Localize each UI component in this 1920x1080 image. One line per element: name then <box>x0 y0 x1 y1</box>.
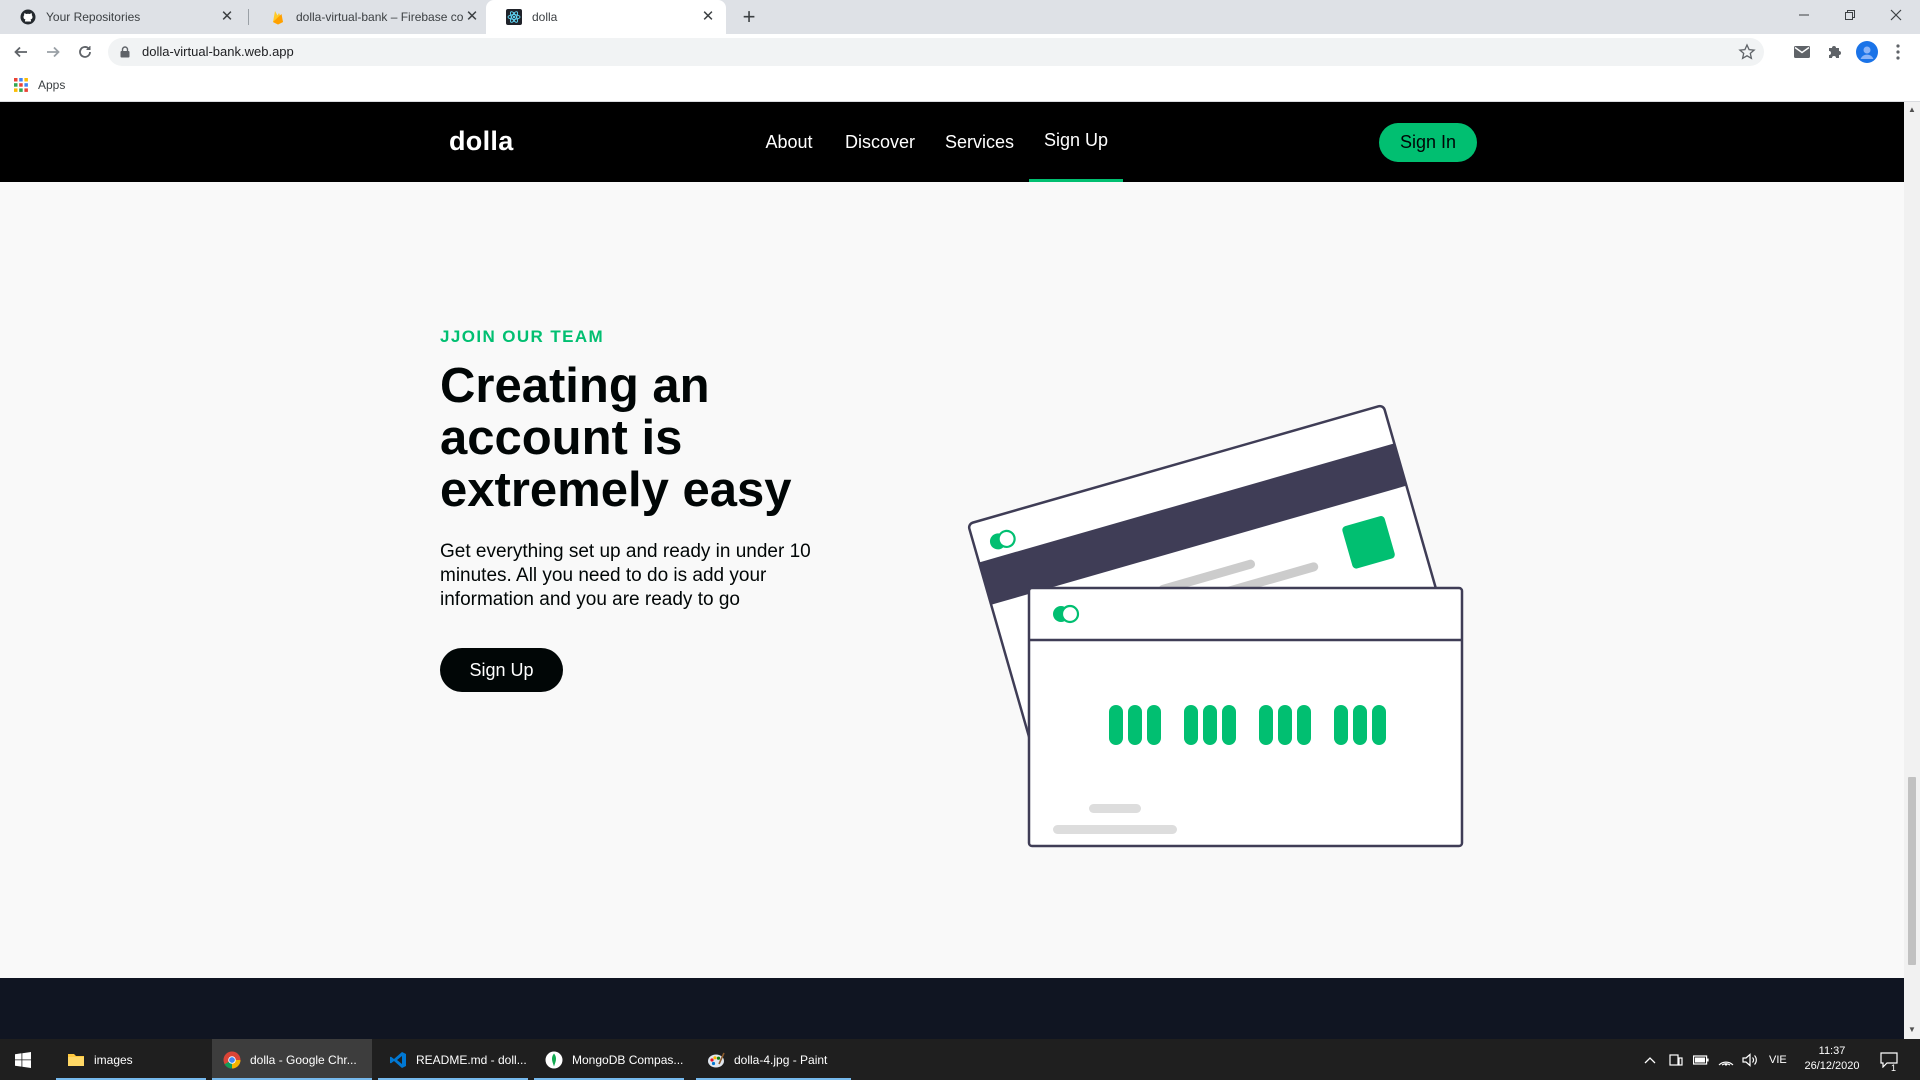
close-tab-icon[interactable]: ✕ <box>219 9 235 25</box>
start-button[interactable] <box>0 1039 46 1080</box>
tab-dolla[interactable]: dolla ✕ <box>486 0 726 34</box>
taskbar-label: dolla - Google Chr... <box>250 1052 357 1067</box>
nav-item-signup[interactable]: Sign Up <box>1029 102 1123 182</box>
hero-section: JJOIN OUR TEAM Creating an account is ex… <box>0 182 1904 978</box>
taskbar-item-images[interactable]: images <box>56 1039 206 1080</box>
taskbar-label: README.md - doll... <box>416 1052 527 1067</box>
close-tab-icon[interactable]: ✕ <box>464 9 480 25</box>
device-tray-icon[interactable] <box>1669 1039 1683 1080</box>
section-heading: Creating an account is extremely easy <box>440 359 792 517</box>
mail-extension-icon[interactable] <box>1792 42 1812 62</box>
bookmark-star-icon[interactable] <box>1738 43 1756 61</box>
chrome-icon <box>222 1050 242 1070</box>
footer <box>0 978 1904 1039</box>
taskbar-label: images <box>94 1052 133 1067</box>
battery-icon[interactable] <box>1693 1039 1709 1080</box>
section-topline: JJOIN OUR TEAM <box>440 327 605 346</box>
tab-title: Your Repositories <box>46 10 141 24</box>
close-window-button[interactable] <box>1873 0 1919 30</box>
url-text: dolla-virtual-bank.web.app <box>142 44 294 59</box>
bookmarks-bar: Apps <box>0 70 1920 102</box>
paint-icon <box>706 1050 726 1070</box>
credit-cards-illustration <box>967 404 1464 848</box>
github-icon <box>20 9 36 25</box>
taskbar-label: MongoDB Compas... <box>572 1052 684 1067</box>
address-bar[interactable]: dolla-virtual-bank.web.app <box>108 38 1764 66</box>
scroll-up-icon[interactable]: ▲ <box>1907 105 1917 115</box>
chevron-up-icon <box>1644 1056 1656 1063</box>
language-indicator[interactable]: VIE <box>1769 1039 1787 1080</box>
tab-title: dolla <box>532 10 558 24</box>
notification-center-button[interactable]: 1 <box>1880 1039 1898 1080</box>
taskbar-label: dolla-4.jpg - Paint <box>734 1052 828 1067</box>
restore-button[interactable] <box>1827 0 1873 30</box>
tab-title: dolla-virtual-bank – Firebase con <box>296 10 464 24</box>
close-tab-icon[interactable]: ✕ <box>700 9 716 25</box>
chrome-menu-icon[interactable] <box>1888 42 1908 62</box>
nav-item-discover[interactable]: Discover <box>838 102 922 182</box>
site-navbar: dolla About Discover Services Sign Up Si… <box>0 102 1904 182</box>
browser-tab-strip: Your Repositories ✕ dolla-virtual-bank –… <box>0 0 1920 34</box>
back-button[interactable] <box>8 39 34 65</box>
sign-up-button[interactable]: Sign Up <box>440 648 563 692</box>
reload-icon <box>79 46 91 58</box>
nav-item-services[interactable]: Services <box>935 102 1024 182</box>
show-hidden-icons-button[interactable] <box>1644 1039 1656 1080</box>
page-scrollbar[interactable]: ▲ ▼ <box>1904 102 1920 1039</box>
windows-logo-icon <box>15 1051 31 1068</box>
react-icon <box>506 9 522 25</box>
firebase-icon <box>273 11 283 25</box>
tab-your-repositories[interactable]: Your Repositories ✕ <box>0 0 245 34</box>
notification-count: 1 <box>1891 1063 1897 1073</box>
nav-item-about[interactable]: About <box>752 102 826 182</box>
clock-time: 11:37 <box>1818 1045 1846 1057</box>
apps-grid-icon <box>14 78 28 92</box>
scroll-down-icon[interactable]: ▼ <box>1907 1025 1917 1035</box>
lock-icon <box>120 46 130 58</box>
taskbar-item-vscode[interactable]: README.md - doll... <box>378 1039 528 1080</box>
forward-arrow-icon <box>47 46 60 58</box>
apps-label: Apps <box>38 78 66 92</box>
taskbar-item-mongodb[interactable]: MongoDB Compas... <box>534 1039 684 1080</box>
scrollbar-thumb[interactable] <box>1908 777 1916 965</box>
vscode-icon <box>388 1050 408 1070</box>
tab-firebase-console[interactable]: dolla-virtual-bank – Firebase con ✕ <box>250 0 490 34</box>
extensions-puzzle-icon[interactable] <box>1824 42 1844 62</box>
taskbar-item-paint[interactable]: dolla-4.jpg - Paint <box>696 1039 851 1080</box>
front-card <box>1027 586 1464 848</box>
wifi-icon[interactable] <box>1718 1039 1734 1080</box>
new-tab-button[interactable]: + <box>736 4 762 30</box>
windows-taskbar: images dolla - Google Chr... README.md -… <box>0 1039 1920 1080</box>
close-icon <box>1890 9 1902 21</box>
page-viewport: dolla About Discover Services Sign Up Si… <box>0 102 1904 1039</box>
clock-date: 26/12/2020 <box>1804 1060 1860 1072</box>
volume-icon[interactable] <box>1742 1039 1758 1080</box>
browser-toolbar: dolla-virtual-bank.web.app <box>0 34 1920 70</box>
apps-shortcut[interactable]: Apps <box>14 78 65 92</box>
sign-in-button[interactable]: Sign In <box>1379 123 1477 162</box>
section-subtitle: Get everything set up and ready in under… <box>440 541 811 610</box>
restore-icon <box>1845 10 1855 20</box>
folder-icon <box>66 1050 86 1070</box>
tab-separator <box>248 9 249 25</box>
forward-button[interactable] <box>40 39 66 65</box>
minimize-button[interactable] <box>1781 0 1827 30</box>
site-logo[interactable]: dolla <box>449 126 514 157</box>
reload-button[interactable] <box>72 39 98 65</box>
taskbar-item-chrome[interactable]: dolla - Google Chr... <box>212 1039 372 1080</box>
back-arrow-icon <box>14 46 27 58</box>
minimize-icon <box>1799 14 1809 16</box>
clock[interactable]: 11:37 26/12/2020 <box>1796 1044 1868 1074</box>
mongodb-icon <box>544 1050 564 1070</box>
profile-avatar[interactable] <box>1855 40 1879 64</box>
